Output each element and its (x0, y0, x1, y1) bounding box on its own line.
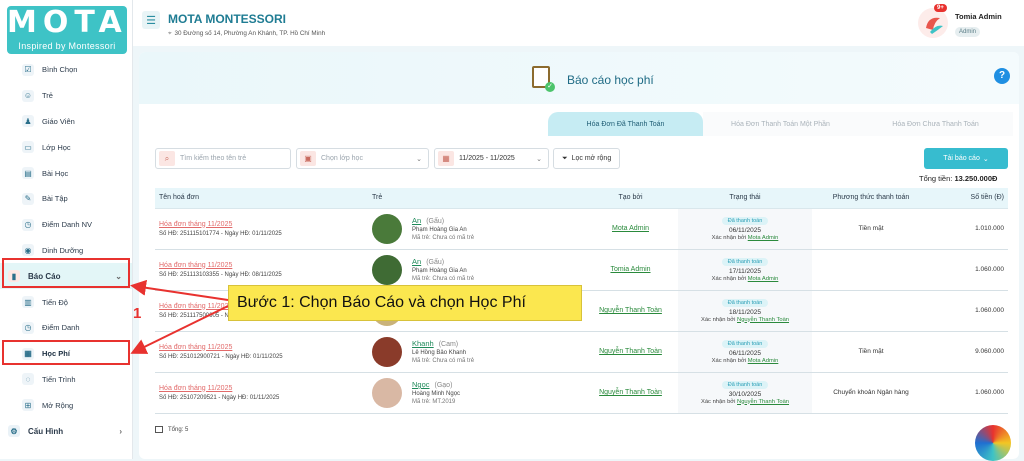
annotation-arrows (130, 279, 229, 354)
step-number: 1 (133, 305, 142, 322)
chat-support-icon[interactable] (975, 425, 1011, 461)
step-callout: Bước 1: Chọn Báo Cáo và chọn Học Phí (228, 285, 582, 321)
